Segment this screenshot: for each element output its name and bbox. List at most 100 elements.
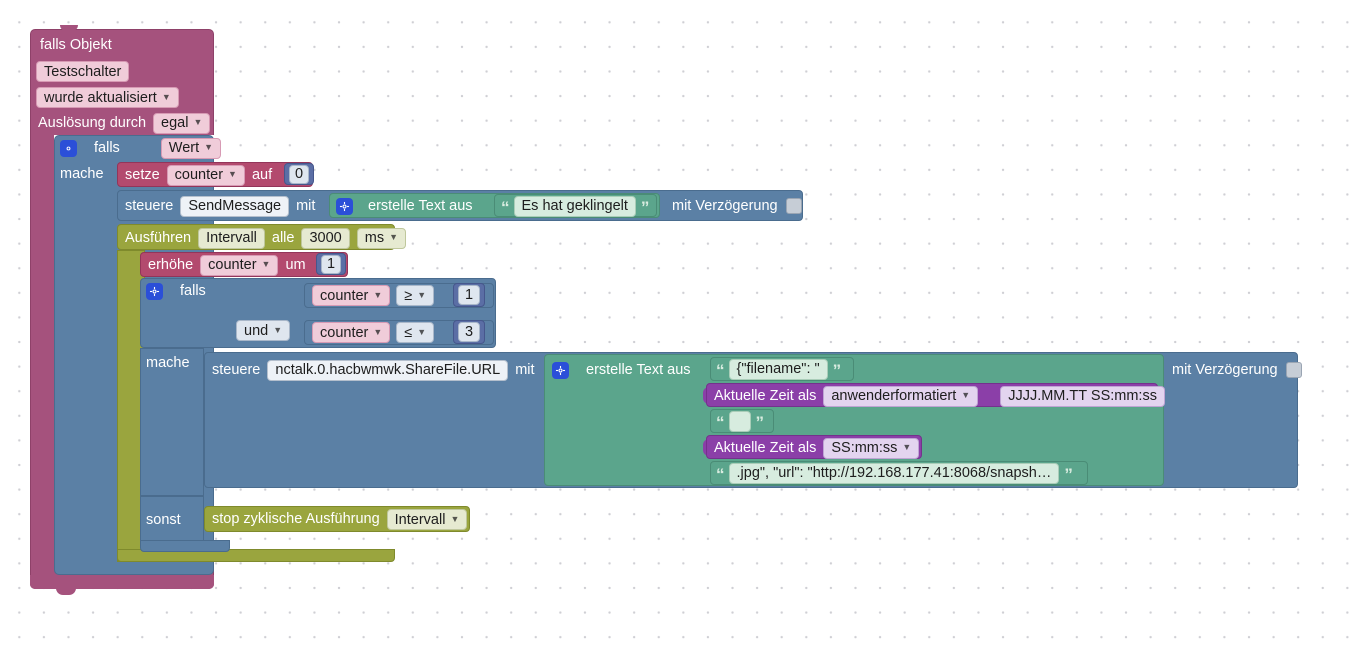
quote-open-icon: “ <box>501 197 509 217</box>
quote-open-icon: “ <box>716 412 724 432</box>
chevron-down-icon: ▼ <box>161 91 171 102</box>
if-inner-else-label: sonst <box>146 512 181 528</box>
trigger-object-field-wrap[interactable]: Testschalter <box>36 61 130 82</box>
interval-value-field[interactable]: 3000 <box>301 227 350 249</box>
increment-variable-dropdown[interactable]: counter ▼ <box>200 254 279 276</box>
trigger-object-field[interactable]: Testschalter <box>36 61 130 82</box>
if-inner-do-label: mache <box>146 355 190 371</box>
increment-by-label: um <box>285 256 306 273</box>
quote-close-icon: ” <box>640 197 649 217</box>
chevron-down-icon: ▼ <box>417 289 427 300</box>
quote-close-icon: ” <box>755 412 764 432</box>
trigger-by-value: egal <box>161 115 189 131</box>
set-variable-dropdown[interactable]: counter ▼ <box>166 164 245 186</box>
increment-variable-name: counter <box>208 257 257 273</box>
if-inner-do-label-wrap: mache <box>146 354 190 372</box>
comparison-2-variable[interactable]: counter ▼ <box>312 322 391 343</box>
set-value-number-block[interactable]: 0 <box>284 163 314 185</box>
interval-every-label: alle <box>271 229 295 246</box>
increment-value-number-block[interactable]: 1 <box>316 253 346 275</box>
sendto-delay-label: mit Verzögerung <box>672 197 778 214</box>
text-literal-3-row: “ .jpg", "url": "http://192.168.177.41:8… <box>716 462 1073 484</box>
trigger-condition-dropdown-wrap[interactable]: wurde aktualisiert ▼ <box>36 87 179 108</box>
setstate-delay-checkbox[interactable] <box>1285 362 1302 378</box>
sendto-delay-row: mit Verzögerung <box>672 197 802 215</box>
create-text-inline-row: erstelle Text aus <box>336 197 473 215</box>
sendto-instance-field[interactable]: SendMessage <box>180 195 290 217</box>
setstate-delay-label: mit Verzögerung <box>1172 361 1278 378</box>
trigger-condition-dropdown[interactable]: wurde aktualisiert ▼ <box>36 87 179 108</box>
trigger-block-bottom-bump <box>56 588 76 595</box>
set-label: setze <box>125 166 160 183</box>
chevron-down-icon: ▼ <box>228 169 237 179</box>
comparison-1-variable-text: counter <box>320 287 369 304</box>
comparison-1-variable[interactable]: counter ▼ <box>312 285 391 306</box>
chevron-down-icon: ▼ <box>961 390 971 400</box>
comparison-2-value-field[interactable]: 3 <box>457 322 481 342</box>
trigger-title-label: falls Objekt <box>40 37 112 53</box>
if-inner-head-row: falls <box>146 281 206 301</box>
mutator-gear-icon[interactable] <box>552 361 569 379</box>
interval-execute-label: Ausführen <box>125 229 192 246</box>
chevron-down-icon: ▼ <box>417 326 427 337</box>
datetime-1-row: Aktuelle Zeit als anwenderformatiert ▼ J… <box>714 385 1165 407</box>
comparison-2-value-block[interactable]: 3 <box>453 320 485 344</box>
blockly-workspace-canvas[interactable]: falls Objekt Testschalter wurde aktualis… <box>0 0 1369 648</box>
datetime-2-row: Aktuelle Zeit als SS:mm:ss ▼ <box>714 437 920 459</box>
increment-row: erhöhe counter ▼ um <box>148 254 306 276</box>
comparison-1-row: counter ▼ ≥ ▼ <box>312 285 435 306</box>
quote-open-icon: “ <box>716 464 724 484</box>
increment-value-number-field[interactable]: 1 <box>320 254 342 274</box>
if-outer-head-row: falls Wert ▼ <box>60 137 222 159</box>
chevron-down-icon: ▼ <box>389 232 398 242</box>
comparison-2-operator-text: ≤ <box>404 324 413 341</box>
if-inner-label: falls <box>180 282 206 299</box>
setstate-with-label: mit <box>515 361 535 378</box>
if-inner-logic-operator-wrap[interactable]: und ▼ <box>236 320 291 341</box>
trigger-by-dropdown[interactable]: egal ▼ <box>153 112 211 134</box>
setstate-control-label: steuere <box>212 361 261 378</box>
mutator-gear-icon[interactable] <box>146 282 163 300</box>
comparison-2-operator[interactable]: ≤ ▼ <box>396 322 435 343</box>
text-literal-message-field[interactable]: Es hat geklingelt <box>513 195 636 217</box>
if-outer-value-dropdown[interactable]: Wert ▼ <box>160 137 222 159</box>
chevron-down-icon: ▼ <box>273 324 283 335</box>
create-text-multiline-label: erstelle Text aus <box>586 361 691 378</box>
mutator-gear-icon[interactable] <box>60 139 77 157</box>
comparison-1-operator[interactable]: ≥ ▼ <box>396 285 435 306</box>
trigger-block-foot <box>30 575 214 589</box>
stop-interval-name-dropdown[interactable]: Intervall ▼ <box>386 509 468 530</box>
sendto-delay-checkbox[interactable] <box>785 198 802 214</box>
text-literal-1-field[interactable]: {"filename": " <box>728 358 828 380</box>
interval-unit-text: ms <box>364 230 385 246</box>
comparison-1-value-block[interactable]: 1 <box>453 283 485 307</box>
setstate-object-field[interactable]: nctalk.0.hacbwmwk.ShareFile.URL <box>267 359 509 381</box>
text-literal-2-field[interactable] <box>728 410 751 432</box>
text-literal-3-field[interactable]: .jpg", "url": "http://192.168.177.41:806… <box>728 462 1060 484</box>
setstate-row: steuere nctalk.0.hacbwmwk.ShareFile.URL … <box>212 359 535 381</box>
text-literal-2-row: “ ” <box>716 410 764 432</box>
sendto-with-label: mit <box>296 197 316 214</box>
if-inner-and-dropdown[interactable]: und ▼ <box>236 320 291 341</box>
mutator-gear-icon[interactable] <box>336 197 353 215</box>
set-value-number-field[interactable]: 0 <box>288 164 310 184</box>
set-variable-row: setze counter ▼ auf <box>125 164 273 186</box>
datetime-2-mode-dropdown[interactable]: SS:mm:ss ▼ <box>823 437 920 459</box>
datetime-2-mode-text: SS:mm:ss <box>831 440 898 456</box>
comparison-2-row: counter ▼ ≤ ▼ <box>312 322 435 343</box>
if-inner-and-text: und <box>244 322 269 339</box>
chevron-down-icon: ▼ <box>261 259 271 269</box>
set-to-label: auf <box>251 166 273 183</box>
datetime-1-mode-dropdown[interactable]: anwenderformatiert ▼ <box>823 385 979 407</box>
datetime-1-format-field[interactable]: JJJJ.MM.TT SS:mm:ss <box>1000 385 1165 407</box>
chevron-down-icon: ▼ <box>204 142 214 152</box>
sendto-row: steuere SendMessage mit <box>125 195 316 217</box>
comparison-1-value-field[interactable]: 1 <box>457 285 481 305</box>
trigger-by-row: Auslösung durch egal ▼ <box>38 112 211 134</box>
if-outer-do-label-wrap: mache <box>60 165 104 183</box>
interval-unit-dropdown[interactable]: ms ▼ <box>356 227 406 249</box>
stop-interval-label: stop zyklische Ausführung <box>212 511 380 528</box>
interval-name-field[interactable]: Intervall <box>198 227 265 249</box>
datetime-1-label: Aktuelle Zeit als <box>714 387 817 404</box>
chevron-down-icon: ▼ <box>902 442 912 452</box>
